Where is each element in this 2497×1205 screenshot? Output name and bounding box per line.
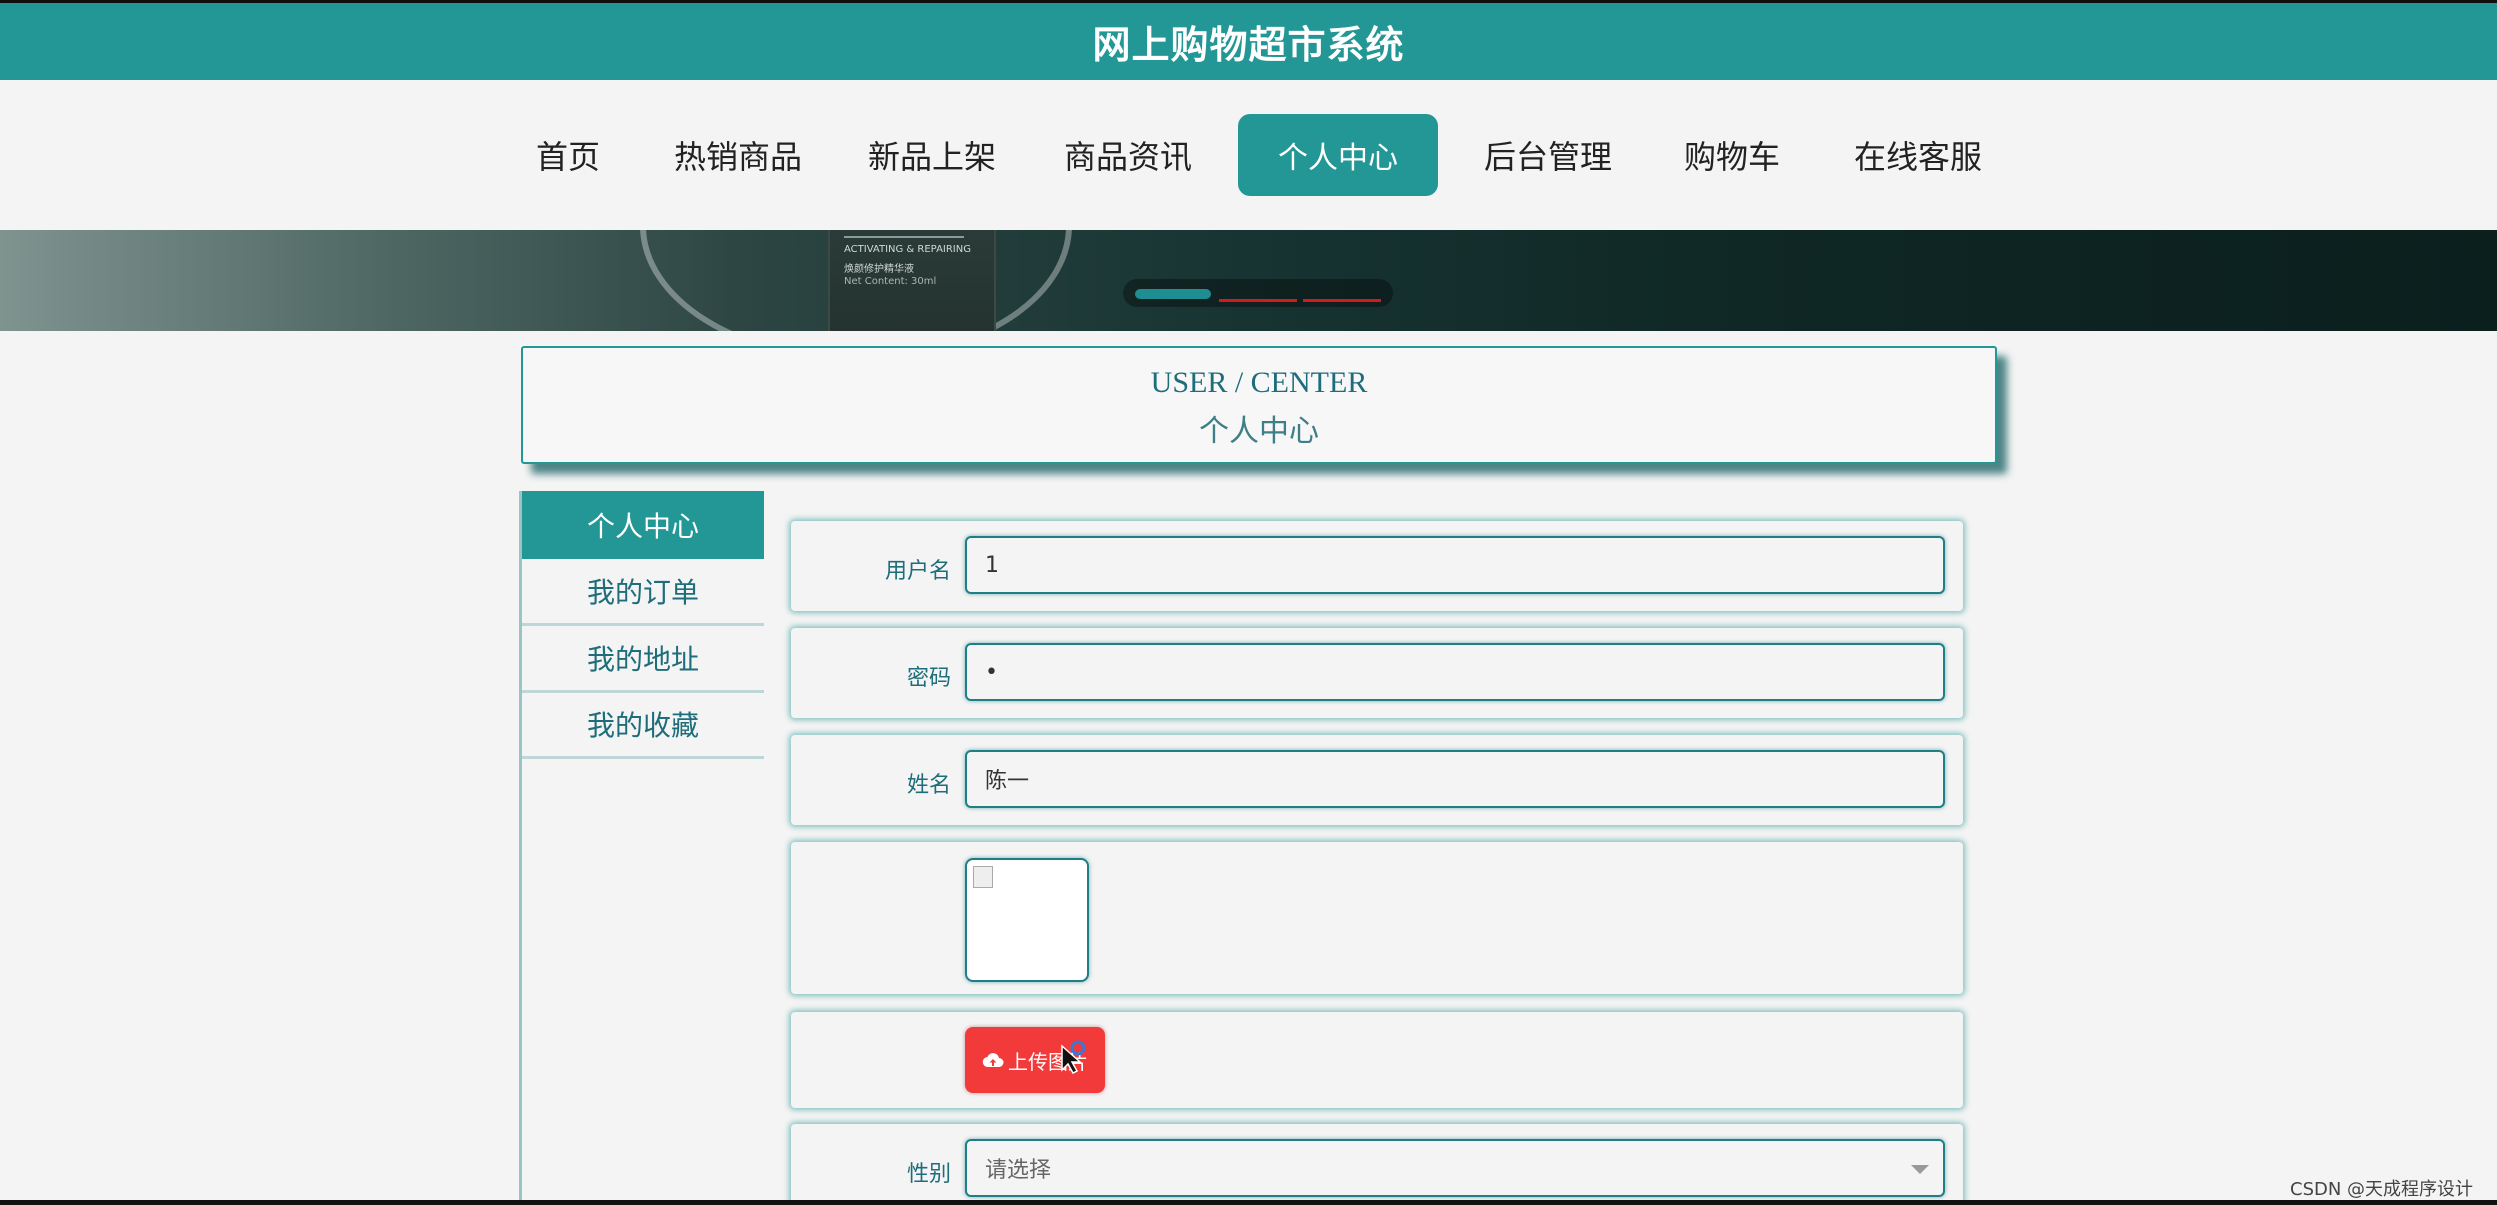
form-row-password: 密码 • (791, 628, 1963, 718)
product-label-text: ACTIVATING & REPAIRING (844, 244, 971, 255)
carousel-indicators (1123, 279, 1393, 307)
form-row-name: 姓名 陈一 (791, 735, 1963, 825)
form-row-avatar (791, 842, 1963, 994)
password-label: 密码 (906, 666, 951, 691)
nav-item-home[interactable]: 首页 (518, 114, 618, 196)
cloud-upload-icon (982, 1053, 1004, 1068)
gender-select[interactable]: 请选择 (965, 1139, 1945, 1197)
broken-image-icon (973, 866, 993, 888)
nav-item-user-center[interactable]: 个人中心 (1238, 114, 1438, 196)
section-title-cn: 个人中心 (1199, 415, 1319, 448)
user-center-sidebar: 个人中心 我的订单 我的地址 我的收藏 (519, 491, 764, 1205)
name-input[interactable]: 陈一 (965, 750, 1945, 808)
avatar-preview (965, 858, 1089, 982)
sidebar-item-user-center[interactable]: 个人中心 (522, 491, 764, 559)
form-row-upload: 上传图片 (791, 1012, 1963, 1108)
banner-product-image: ACTIVATING & REPAIRING 焕颜修护精华液 Net Conte… (828, 230, 996, 331)
nav-item-hot-products[interactable]: 热销商品 (668, 114, 808, 196)
nav-item-cart[interactable]: 购物车 (1672, 114, 1792, 196)
bottom-border (0, 1200, 2497, 1205)
name-label: 姓名 (906, 773, 951, 798)
carousel-dot-1[interactable] (1135, 289, 1211, 299)
nav-item-online-service[interactable]: 在线客服 (1848, 114, 1988, 196)
password-input[interactable]: • (965, 643, 1945, 701)
nav-item-new-arrivals[interactable]: 新品上架 (862, 114, 1002, 196)
carousel-dot-3[interactable] (1303, 299, 1381, 302)
banner-carousel[interactable]: ACTIVATING & REPAIRING 焕颜修护精华液 Net Conte… (0, 230, 2497, 331)
chevron-down-icon (1911, 1165, 1929, 1174)
username-label: 用户名 (884, 559, 951, 584)
gender-select-placeholder: 请选择 (985, 1158, 1052, 1183)
sidebar-item-my-favorites[interactable]: 我的收藏 (522, 692, 764, 759)
form-row-gender: 性别 请选择 (791, 1124, 1963, 1205)
gender-label: 性别 (906, 1162, 951, 1187)
site-title: 网上购物超市系统 (1092, 23, 1405, 67)
section-title-box: USER / CENTER 个人中心 (521, 346, 1997, 464)
product-label-line (844, 236, 964, 238)
username-input[interactable]: 1 (965, 536, 1945, 594)
carousel-dot-2[interactable] (1219, 299, 1297, 302)
page: 网上购物超市系统 首页 热销商品 新品上架 商品资讯 个人中心 后台管理 购物车… (0, 0, 2497, 1205)
section-title-en: USER / CENTER (1150, 366, 1368, 399)
sidebar-item-my-address[interactable]: 我的地址 (522, 626, 764, 693)
product-label-content: Net Content: 30ml (844, 276, 937, 287)
nav-item-product-news[interactable]: 商品资讯 (1058, 114, 1198, 196)
sidebar-item-my-orders[interactable]: 我的订单 (522, 559, 764, 626)
nav-item-admin[interactable]: 后台管理 (1478, 114, 1618, 196)
form-row-username: 用户名 1 (791, 521, 1963, 611)
main-nav: 首页 热销商品 新品上架 商品资讯 个人中心 后台管理 购物车 在线客服 (0, 80, 2497, 230)
mouse-cursor-icon (1061, 1040, 1086, 1074)
watermark-text: CSDN @天成程序设计 (2290, 1179, 2474, 1200)
product-label-text-cn: 焕颜修护精华液 (844, 264, 914, 275)
site-header: 网上购物超市系统 (0, 3, 2497, 80)
